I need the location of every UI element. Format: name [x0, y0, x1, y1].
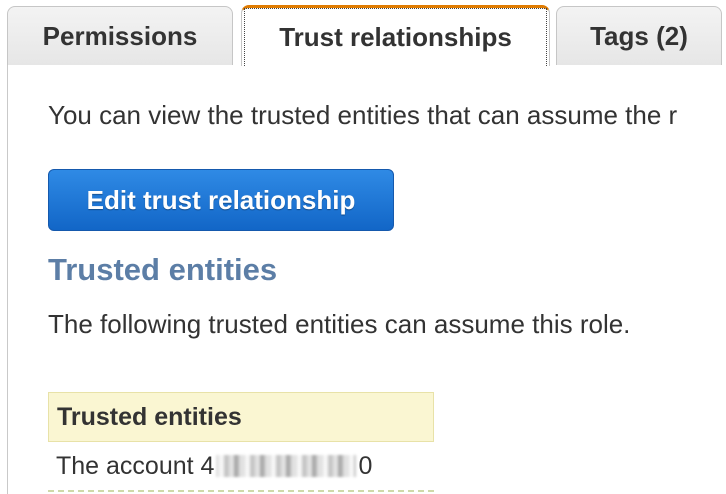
- table-header-label: Trusted entities: [57, 402, 242, 431]
- tab-permissions-label: Permissions: [42, 21, 198, 51]
- redacted-account-id: [216, 455, 357, 477]
- tab-tags-label: Tags (2): [590, 21, 688, 51]
- table-row: The account 4 0: [48, 442, 434, 492]
- edit-trust-relationship-label: Edit trust relationship: [86, 184, 356, 215]
- tab-trust-relationships-label: Trust relationships: [279, 21, 512, 52]
- tab-trust-relationships[interactable]: Trust relationships: [241, 5, 550, 66]
- section-title: Trusted entities: [48, 252, 278, 287]
- section-description: The following trusted entities can assum…: [48, 309, 631, 339]
- trusted-entities-table: Trusted entities The account 4 0: [48, 392, 434, 492]
- intro-text: You can view the trusted entities that c…: [48, 100, 678, 130]
- tab-strip: Permissions Trust relationships Tags (2): [0, 0, 726, 66]
- edit-trust-relationship-button[interactable]: Edit trust relationship: [48, 169, 394, 231]
- tab-permissions[interactable]: Permissions: [7, 6, 233, 66]
- iam-role-view: Permissions Trust relationships Tags (2)…: [0, 0, 726, 494]
- tab-tags[interactable]: Tags (2): [556, 6, 722, 66]
- account-suffix: 0: [358, 451, 373, 480]
- account-prefix: The account 4: [56, 451, 215, 480]
- table-header: Trusted entities: [48, 392, 434, 442]
